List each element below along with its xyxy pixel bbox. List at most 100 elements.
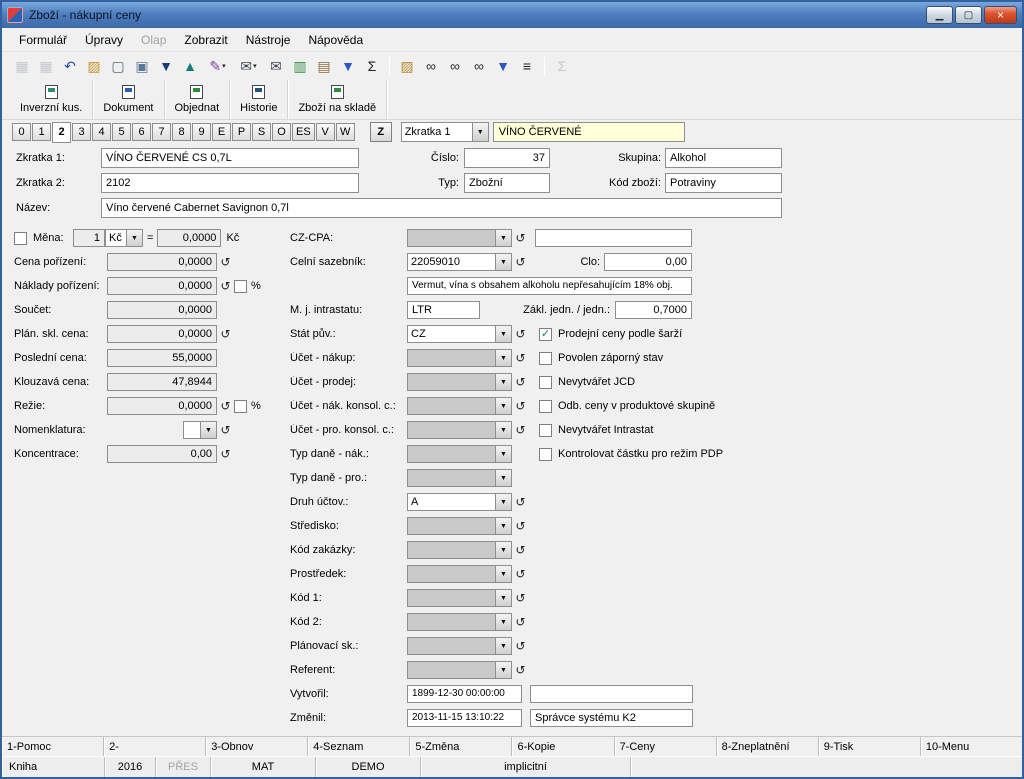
goto-end-icon[interactable]: ▼ bbox=[155, 56, 177, 77]
chevron-down-icon[interactable]: ▼ bbox=[495, 326, 511, 342]
filter-edit-icon[interactable]: ▼ bbox=[492, 56, 514, 77]
mail-menu-icon[interactable]: ✉▾ bbox=[234, 56, 263, 77]
checkbox[interactable] bbox=[539, 448, 552, 461]
tab-p[interactable]: P bbox=[232, 123, 251, 141]
tab-5[interactable]: 5 bbox=[112, 123, 131, 141]
list-icon[interactable]: ≡ bbox=[516, 56, 538, 77]
refresh-icon[interactable]: ↺ bbox=[512, 423, 529, 437]
chevron-down-icon[interactable]: ▼ bbox=[495, 254, 511, 270]
zkratka2-field[interactable]: 2102 bbox=[101, 173, 359, 193]
fkey-1-pomoc[interactable]: 1-Pomoc bbox=[2, 737, 104, 756]
fkey-2[interactable]: 2- bbox=[104, 737, 206, 756]
fkey-6-kopie[interactable]: 6-Kopie bbox=[512, 737, 614, 756]
fkey-9-tisk[interactable]: 9-Tisk bbox=[819, 737, 921, 756]
tab-w[interactable]: W bbox=[336, 123, 355, 141]
klouzava-cena-field[interactable]: 47,8944 bbox=[107, 373, 217, 391]
clo-field[interactable]: 0,00 bbox=[604, 253, 692, 271]
nomenklatura-combo[interactable]: ▼ bbox=[183, 421, 217, 439]
actions-menu-icon[interactable]: ✎▾ bbox=[203, 56, 232, 77]
checkbox-kontrolovat-castku-pdp[interactable]: Kontrolovat částku pro režim PDP bbox=[539, 442, 723, 466]
undo-icon[interactable]: ↶ bbox=[59, 56, 81, 77]
refresh-icon[interactable]: ↺ bbox=[217, 255, 234, 269]
refresh-icon[interactable]: ↺ bbox=[512, 543, 529, 557]
find-next-icon[interactable]: ∞ bbox=[444, 56, 466, 77]
refresh-icon[interactable]: ↺ bbox=[512, 591, 529, 605]
mena-qty-field[interactable]: 1 bbox=[73, 229, 105, 247]
notebook-icon[interactable]: ▤ bbox=[313, 56, 335, 77]
tab-2[interactable]: 2 bbox=[52, 122, 71, 143]
maximize-button[interactable]: ▢ bbox=[955, 6, 982, 24]
skupina-field[interactable]: Alkohol bbox=[665, 148, 782, 168]
rezie-percent-checkbox[interactable] bbox=[234, 400, 247, 413]
objednat-button[interactable]: Objednat bbox=[165, 80, 231, 119]
menu-napoveda[interactable]: Nápověda bbox=[299, 30, 372, 50]
zakl-jedn-field[interactable]: 0,7000 bbox=[615, 301, 692, 319]
checkbox-nevytvaret-jcd[interactable]: Nevytvářet JCD bbox=[539, 370, 635, 394]
zkratka1-field[interactable]: VÍNO ČERVENÉ CS 0,7L bbox=[101, 148, 359, 168]
celni-sazebnik-combo[interactable]: 22059010 ▼ bbox=[407, 253, 512, 271]
refresh-icon[interactable]: ↺ bbox=[217, 447, 234, 461]
tab-s[interactable]: S bbox=[252, 123, 271, 141]
tab-e[interactable]: E bbox=[212, 123, 231, 141]
open-icon[interactable]: ▨ bbox=[83, 56, 105, 77]
fkey-10-menu[interactable]: 10-Menu bbox=[921, 737, 1022, 756]
refresh-icon[interactable]: ↺ bbox=[512, 231, 529, 245]
minimize-button[interactable]: ▁ bbox=[926, 6, 953, 24]
copy-icon[interactable]: ▣ bbox=[131, 56, 153, 77]
z-button[interactable]: Z bbox=[370, 122, 392, 142]
tariff-description-field[interactable]: Vermut, vína s obsahem alkoholu nepřesah… bbox=[407, 277, 692, 295]
checkbox[interactable] bbox=[539, 352, 552, 365]
chevron-down-icon[interactable]: ▼ bbox=[200, 422, 216, 438]
menu-upravy[interactable]: Úpravy bbox=[76, 30, 132, 50]
refresh-icon[interactable]: ↺ bbox=[512, 495, 529, 509]
refresh-icon[interactable]: ↺ bbox=[512, 399, 529, 413]
refresh-icon[interactable]: ↺ bbox=[512, 663, 529, 677]
find-special-icon[interactable]: ∞ bbox=[468, 56, 490, 77]
menu-nastroje[interactable]: Nástroje bbox=[237, 30, 300, 50]
rezie-field[interactable]: 0,0000 bbox=[107, 397, 217, 415]
kod-zbozi-field[interactable]: Potraviny bbox=[665, 173, 782, 193]
zbozi-na-sklade-button[interactable]: Zboží na skladě bbox=[288, 80, 387, 119]
fkey-8-zneplatneni[interactable]: 8-Zneplatnění bbox=[717, 737, 819, 756]
search-field-selector[interactable]: Zkratka 1 ▼ bbox=[401, 122, 489, 142]
refresh-icon[interactable]: ↺ bbox=[512, 375, 529, 389]
historie-button[interactable]: Historie bbox=[230, 80, 288, 119]
chevron-down-icon[interactable]: ▼ bbox=[472, 123, 488, 141]
refresh-icon[interactable]: ↺ bbox=[217, 327, 234, 341]
checkbox[interactable] bbox=[539, 376, 552, 389]
fkey-7-ceny[interactable]: 7-Ceny bbox=[615, 737, 717, 756]
refresh-icon[interactable]: ↺ bbox=[512, 567, 529, 581]
cena-porizeni-field[interactable]: 0,0000 bbox=[107, 253, 217, 271]
fkey-3-obnov[interactable]: 3-Obnov bbox=[206, 737, 308, 756]
mena-rate-field[interactable]: 0,0000 bbox=[157, 229, 221, 247]
mena-checkbox[interactable] bbox=[14, 232, 27, 245]
fkey-4-seznam[interactable]: 4-Seznam bbox=[308, 737, 410, 756]
tab-1[interactable]: 1 bbox=[32, 123, 51, 141]
checkbox-nevytvaret-intrastat[interactable]: Nevytvářet Intrastat bbox=[539, 418, 653, 442]
soucet-field[interactable]: 0,0000 bbox=[107, 301, 217, 319]
checkbox-odb-ceny-v-produktove-skupine[interactable]: Odb. ceny v produktové skupině bbox=[539, 394, 715, 418]
tab-v[interactable]: V bbox=[316, 123, 335, 141]
refresh-icon[interactable]: ↺ bbox=[512, 639, 529, 653]
checkbox-checked[interactable]: ✓ bbox=[539, 328, 552, 341]
refresh-icon[interactable]: ↺ bbox=[512, 615, 529, 629]
druh-uctov-combo[interactable]: A ▼ bbox=[407, 493, 512, 511]
refresh-icon[interactable]: ↺ bbox=[512, 327, 529, 341]
checkbox[interactable] bbox=[539, 424, 552, 437]
find-icon[interactable]: ∞ bbox=[420, 56, 442, 77]
refresh-icon[interactable]: ↺ bbox=[217, 423, 234, 437]
menu-formular[interactable]: Formulář bbox=[10, 30, 76, 50]
tab-4[interactable]: 4 bbox=[92, 123, 111, 141]
checkbox-prodejni-ceny-podle-sarzi[interactable]: ✓ Prodejní ceny podle šarží bbox=[539, 322, 682, 346]
koncentrace-field[interactable]: 0,00 bbox=[107, 445, 217, 463]
new-document-icon[interactable]: ▢ bbox=[107, 56, 129, 77]
refresh-icon[interactable]: ↺ bbox=[217, 279, 234, 293]
typ-field[interactable]: Zbožní bbox=[464, 173, 550, 193]
tab-es[interactable]: ES bbox=[292, 123, 315, 141]
tab-0[interactable]: 0 bbox=[12, 123, 31, 141]
fkey-5-zmena[interactable]: 5-Změna bbox=[410, 737, 512, 756]
posledni-cena-field[interactable]: 55,0000 bbox=[107, 349, 217, 367]
tab-8[interactable]: 8 bbox=[172, 123, 191, 141]
mail-icon[interactable]: ✉ bbox=[265, 56, 287, 77]
tab-3[interactable]: 3 bbox=[72, 123, 91, 141]
